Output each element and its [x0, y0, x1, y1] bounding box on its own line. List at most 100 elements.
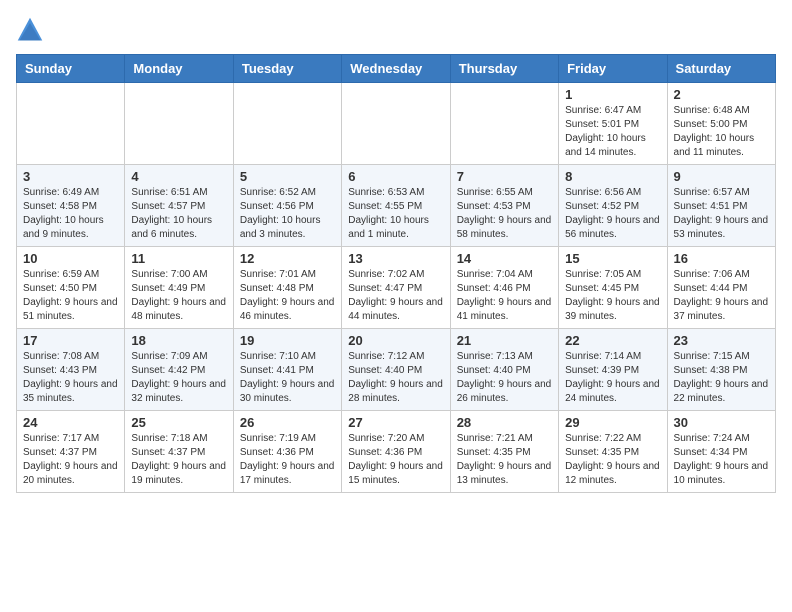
calendar-cell: 3 Sunrise: 6:49 AMSunset: 4:58 PMDaylight… [17, 165, 125, 247]
day-info: Sunrise: 7:21 AMSunset: 4:35 PMDaylight:… [457, 432, 552, 488]
calendar-cell: 19 Sunrise: 7:10 AMSunset: 4:41 PMDayligh… [233, 329, 341, 411]
day-number: 9 [674, 169, 769, 184]
day-info: Sunrise: 6:56 AMSunset: 4:52 PMDaylight:… [565, 186, 660, 242]
day-number: 22 [565, 333, 660, 348]
day-info: Sunrise: 7:17 AMSunset: 4:37 PMDaylight:… [23, 432, 118, 488]
calendar-cell: 10 Sunrise: 6:59 AMSunset: 4:50 PMDayligh… [17, 247, 125, 329]
day-info: Sunrise: 7:09 AMSunset: 4:42 PMDaylight:… [131, 350, 226, 406]
day-number: 21 [457, 333, 552, 348]
day-info: Sunrise: 7:10 AMSunset: 4:41 PMDaylight:… [240, 350, 335, 406]
day-info: Sunrise: 7:12 AMSunset: 4:40 PMDaylight:… [348, 350, 443, 406]
calendar-cell: 6 Sunrise: 6:53 AMSunset: 4:55 PMDaylight… [342, 165, 450, 247]
day-number: 4 [131, 169, 226, 184]
day-number: 3 [23, 169, 118, 184]
day-info: Sunrise: 7:22 AMSunset: 4:35 PMDaylight:… [565, 432, 660, 488]
day-number: 27 [348, 415, 443, 430]
day-info: Sunrise: 7:05 AMSunset: 4:45 PMDaylight:… [565, 268, 660, 324]
calendar-cell: 11 Sunrise: 7:00 AMSunset: 4:49 PMDayligh… [125, 247, 233, 329]
calendar-cell: 28 Sunrise: 7:21 AMSunset: 4:35 PMDayligh… [450, 411, 558, 493]
day-number: 29 [565, 415, 660, 430]
day-info: Sunrise: 7:04 AMSunset: 4:46 PMDaylight:… [457, 268, 552, 324]
day-number: 12 [240, 251, 335, 266]
calendar-cell [233, 83, 341, 165]
day-number: 30 [674, 415, 769, 430]
logo-icon [16, 16, 44, 44]
day-number: 8 [565, 169, 660, 184]
day-number: 1 [565, 87, 660, 102]
calendar-cell: 16 Sunrise: 7:06 AMSunset: 4:44 PMDayligh… [667, 247, 775, 329]
calendar-cell: 29 Sunrise: 7:22 AMSunset: 4:35 PMDayligh… [559, 411, 667, 493]
day-number: 17 [23, 333, 118, 348]
calendar-cell [450, 83, 558, 165]
day-number: 28 [457, 415, 552, 430]
day-info: Sunrise: 6:53 AMSunset: 4:55 PMDaylight:… [348, 186, 443, 242]
calendar-cell: 5 Sunrise: 6:52 AMSunset: 4:56 PMDaylight… [233, 165, 341, 247]
day-number: 16 [674, 251, 769, 266]
day-info: Sunrise: 6:59 AMSunset: 4:50 PMDaylight:… [23, 268, 118, 324]
day-number: 7 [457, 169, 552, 184]
day-info: Sunrise: 6:47 AMSunset: 5:01 PMDaylight:… [565, 104, 660, 160]
col-header-saturday: Saturday [667, 55, 775, 83]
calendar-cell [125, 83, 233, 165]
day-info: Sunrise: 7:06 AMSunset: 4:44 PMDaylight:… [674, 268, 769, 324]
day-info: Sunrise: 7:02 AMSunset: 4:47 PMDaylight:… [348, 268, 443, 324]
col-header-wednesday: Wednesday [342, 55, 450, 83]
calendar-cell: 7 Sunrise: 6:55 AMSunset: 4:53 PMDaylight… [450, 165, 558, 247]
col-header-sunday: Sunday [17, 55, 125, 83]
calendar-cell: 14 Sunrise: 7:04 AMSunset: 4:46 PMDayligh… [450, 247, 558, 329]
calendar-cell: 22 Sunrise: 7:14 AMSunset: 4:39 PMDayligh… [559, 329, 667, 411]
calendar-cell: 17 Sunrise: 7:08 AMSunset: 4:43 PMDayligh… [17, 329, 125, 411]
logo [16, 16, 48, 44]
calendar-cell: 8 Sunrise: 6:56 AMSunset: 4:52 PMDaylight… [559, 165, 667, 247]
calendar-cell: 24Sunrise: 7:17 AMSunset: 4:37 PMDayligh… [17, 411, 125, 493]
calendar-cell: 15Sunrise: 7:05 AMSunset: 4:45 PMDayligh… [559, 247, 667, 329]
day-number: 25 [131, 415, 226, 430]
day-number: 23 [674, 333, 769, 348]
day-info: Sunrise: 6:48 AMSunset: 5:00 PMDaylight:… [674, 104, 769, 160]
day-number: 6 [348, 169, 443, 184]
calendar-cell: 18 Sunrise: 7:09 AMSunset: 4:42 PMDayligh… [125, 329, 233, 411]
day-info: Sunrise: 7:19 AMSunset: 4:36 PMDaylight:… [240, 432, 335, 488]
calendar-cell: 12 Sunrise: 7:01 AMSunset: 4:48 PMDayligh… [233, 247, 341, 329]
calendar-cell: 23 Sunrise: 7:15 AMSunset: 4:38 PMDayligh… [667, 329, 775, 411]
day-info: Sunrise: 7:24 AMSunset: 4:34 PMDaylight:… [674, 432, 769, 488]
calendar-cell [17, 83, 125, 165]
col-header-thursday: Thursday [450, 55, 558, 83]
calendar-cell: 13 Sunrise: 7:02 AMSunset: 4:47 PMDayligh… [342, 247, 450, 329]
day-info: Sunrise: 6:51 AMSunset: 4:57 PMDaylight:… [131, 186, 226, 242]
calendar-cell: 30 Sunrise: 7:24 AMSunset: 4:34 PMDayligh… [667, 411, 775, 493]
day-number: 18 [131, 333, 226, 348]
day-number: 13 [348, 251, 443, 266]
day-info: Sunrise: 7:01 AMSunset: 4:48 PMDaylight:… [240, 268, 335, 324]
calendar-cell: 9Sunrise: 6:57 AMSunset: 4:51 PMDaylight… [667, 165, 775, 247]
calendar-cell: 20 Sunrise: 7:12 AMSunset: 4:40 PMDayligh… [342, 329, 450, 411]
day-info: Sunrise: 7:14 AMSunset: 4:39 PMDaylight:… [565, 350, 660, 406]
header [16, 16, 776, 44]
day-info: Sunrise: 7:15 AMSunset: 4:38 PMDaylight:… [674, 350, 769, 406]
calendar-table: SundayMondayTuesdayWednesdayThursdayFrid… [16, 54, 776, 493]
calendar-cell: 21Sunrise: 7:13 AMSunset: 4:40 PMDayligh… [450, 329, 558, 411]
day-number: 5 [240, 169, 335, 184]
day-info: Sunrise: 7:18 AMSunset: 4:37 PMDaylight:… [131, 432, 226, 488]
calendar-cell [342, 83, 450, 165]
day-info: Sunrise: 7:00 AMSunset: 4:49 PMDaylight:… [131, 268, 226, 324]
col-header-friday: Friday [559, 55, 667, 83]
col-header-tuesday: Tuesday [233, 55, 341, 83]
calendar-cell: 27 Sunrise: 7:20 AMSunset: 4:36 PMDayligh… [342, 411, 450, 493]
day-number: 20 [348, 333, 443, 348]
day-info: Sunrise: 6:49 AMSunset: 4:58 PMDaylight:… [23, 186, 118, 242]
calendar-cell: 4 Sunrise: 6:51 AMSunset: 4:57 PMDaylight… [125, 165, 233, 247]
calendar-cell: 1 Sunrise: 6:47 AMSunset: 5:01 PMDaylight… [559, 83, 667, 165]
day-info: Sunrise: 7:20 AMSunset: 4:36 PMDaylight:… [348, 432, 443, 488]
day-number: 19 [240, 333, 335, 348]
day-number: 11 [131, 251, 226, 266]
col-header-monday: Monday [125, 55, 233, 83]
day-number: 10 [23, 251, 118, 266]
day-info: Sunrise: 6:55 AMSunset: 4:53 PMDaylight:… [457, 186, 552, 242]
day-info: Sunrise: 6:52 AMSunset: 4:56 PMDaylight:… [240, 186, 335, 242]
day-number: 26 [240, 415, 335, 430]
calendar-cell: 26 Sunrise: 7:19 AMSunset: 4:36 PMDayligh… [233, 411, 341, 493]
calendar-cell: 2Sunrise: 6:48 AMSunset: 5:00 PMDaylight… [667, 83, 775, 165]
day-number: 14 [457, 251, 552, 266]
day-info: Sunrise: 7:08 AMSunset: 4:43 PMDaylight:… [23, 350, 118, 406]
